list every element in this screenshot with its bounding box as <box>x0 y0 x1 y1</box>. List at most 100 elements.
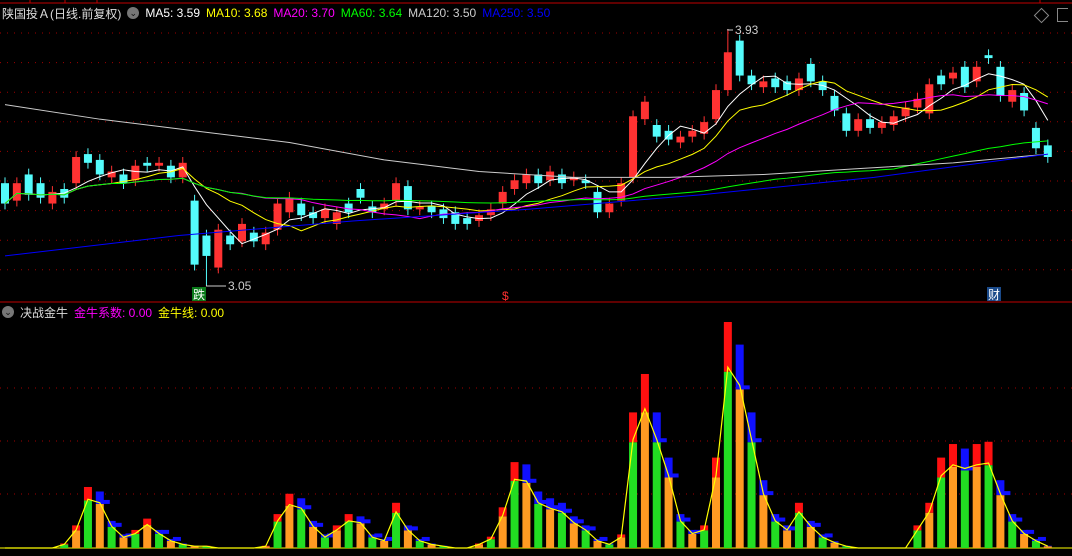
indicator-bar <box>332 530 341 548</box>
candle-body <box>202 235 211 256</box>
candle-body <box>143 162 152 166</box>
indicator-blue-mark <box>670 473 679 478</box>
candle-body <box>759 81 768 88</box>
indicator-bar <box>747 442 756 548</box>
candle-body <box>949 72 957 79</box>
indicator-bar-cap <box>652 412 661 443</box>
indicator-bar <box>297 509 306 548</box>
indicator-blue-mark <box>777 517 786 522</box>
indicator-bar <box>546 509 555 548</box>
indicator-bar <box>771 521 780 548</box>
indicator-bar-cap <box>735 344 744 390</box>
indicator-blue-mark <box>113 522 122 527</box>
indicator-blue-mark <box>303 505 312 510</box>
indicator-bar <box>640 412 649 548</box>
candle-body <box>1043 145 1052 157</box>
candle-body <box>285 197 294 213</box>
indicator-bar <box>794 512 803 548</box>
indicator-bar <box>285 505 294 548</box>
indicator-blue-mark <box>658 438 667 443</box>
indicator-blue-mark <box>362 519 371 524</box>
candle-body <box>854 119 863 131</box>
ma20-line <box>4 94 1048 220</box>
candle-body <box>226 235 235 245</box>
window-icon[interactable] <box>1057 8 1068 22</box>
indicator-blue-mark <box>741 385 750 390</box>
ma120-line <box>4 104 1049 178</box>
indicator-bar <box>735 389 744 548</box>
indicator-bar <box>131 533 140 548</box>
indicator-bar <box>320 537 329 548</box>
candle-body <box>95 159 104 175</box>
indicator-bar <box>155 533 164 548</box>
candle-body <box>178 162 187 178</box>
candle-body <box>297 203 306 216</box>
indicator-bar <box>937 477 946 548</box>
indicator-bar-cap <box>972 444 981 467</box>
ma10-label: MA10: 3.68 <box>206 6 268 20</box>
indicator-bar <box>1043 546 1052 548</box>
indicator-blue-mark <box>172 536 181 541</box>
indicator-blue-mark <box>575 519 584 524</box>
indicator-blue-mark <box>101 499 110 504</box>
indicator-bar <box>380 540 389 548</box>
indicator-blue-mark <box>1002 491 1011 496</box>
chevron-down-icon[interactable]: ⌄ <box>2 306 14 318</box>
indicator-blue-mark <box>753 438 762 443</box>
chevron-down-icon[interactable]: ⌄ <box>127 7 140 19</box>
candle-body <box>427 206 436 213</box>
indicator-bar <box>569 523 578 548</box>
candle-body <box>783 81 792 91</box>
main-chart-header: 陕国投Ａ(日线.前复权) ⌄ MA5: 3.59 MA10: 3.68 MA20… <box>2 5 556 21</box>
candle-body <box>12 183 21 201</box>
candle-body <box>24 174 33 195</box>
candle-body <box>463 218 472 224</box>
candle-body <box>273 203 282 230</box>
candle-body <box>392 183 401 201</box>
candle-body <box>676 136 685 143</box>
indicator-bar <box>522 482 531 548</box>
indicator-blue-mark <box>1014 517 1023 522</box>
indicator-blue-mark <box>765 491 774 496</box>
candle-body <box>605 203 614 213</box>
ma5-label: MA5: 3.59 <box>145 6 201 20</box>
indicator-bar <box>972 466 981 548</box>
ma5-line <box>4 73 1049 245</box>
candle-body <box>712 90 720 120</box>
candle-body <box>593 191 602 213</box>
indicator-blue-mark <box>315 522 324 527</box>
indicator-blue-mark <box>1037 536 1046 541</box>
high-pointer <box>727 29 733 31</box>
indicator-line-value: 金牛线: 0.00 <box>158 305 225 320</box>
indicator-blue-mark <box>161 529 170 534</box>
indicator-bar <box>309 526 318 548</box>
candle-body <box>510 180 519 189</box>
indicator-bar <box>1008 521 1017 548</box>
diamond-icon[interactable] <box>1033 7 1050 24</box>
candle-body <box>36 183 45 198</box>
finance-marker: 财 <box>988 288 1000 302</box>
indicator-bar <box>806 526 815 548</box>
indicator-blue-mark <box>824 533 833 538</box>
candle-body <box>155 162 164 166</box>
chart-canvas[interactable]: 3.93 3.05 跌 $ 财 <box>0 0 1072 556</box>
indicator-blue-mark <box>528 478 537 483</box>
indicator-bar <box>913 530 922 548</box>
indicator-name[interactable]: 决战金牛 <box>20 304 68 321</box>
stock-title[interactable]: 陕国投Ａ(日线.前复权) <box>2 5 121 22</box>
indicator-bar <box>1020 533 1029 548</box>
indicator-bar <box>652 442 661 548</box>
indicator-bar <box>996 495 1005 548</box>
candle-body <box>937 75 946 85</box>
indicator-bar <box>700 530 709 548</box>
ma20-label: MA20: 3.70 <box>273 6 335 20</box>
indicator-blue-mark <box>409 526 418 531</box>
indicator-bar <box>143 525 152 548</box>
indicator-blue-mark <box>421 536 430 541</box>
indicator-bar <box>95 503 104 548</box>
indicator-bar-cap <box>285 493 294 506</box>
indicator-coef: 金牛系数: 0.00 <box>74 305 153 320</box>
indicator-blue-mark <box>587 526 596 531</box>
candle-body <box>403 186 412 210</box>
indicator-blue-mark <box>374 533 383 538</box>
